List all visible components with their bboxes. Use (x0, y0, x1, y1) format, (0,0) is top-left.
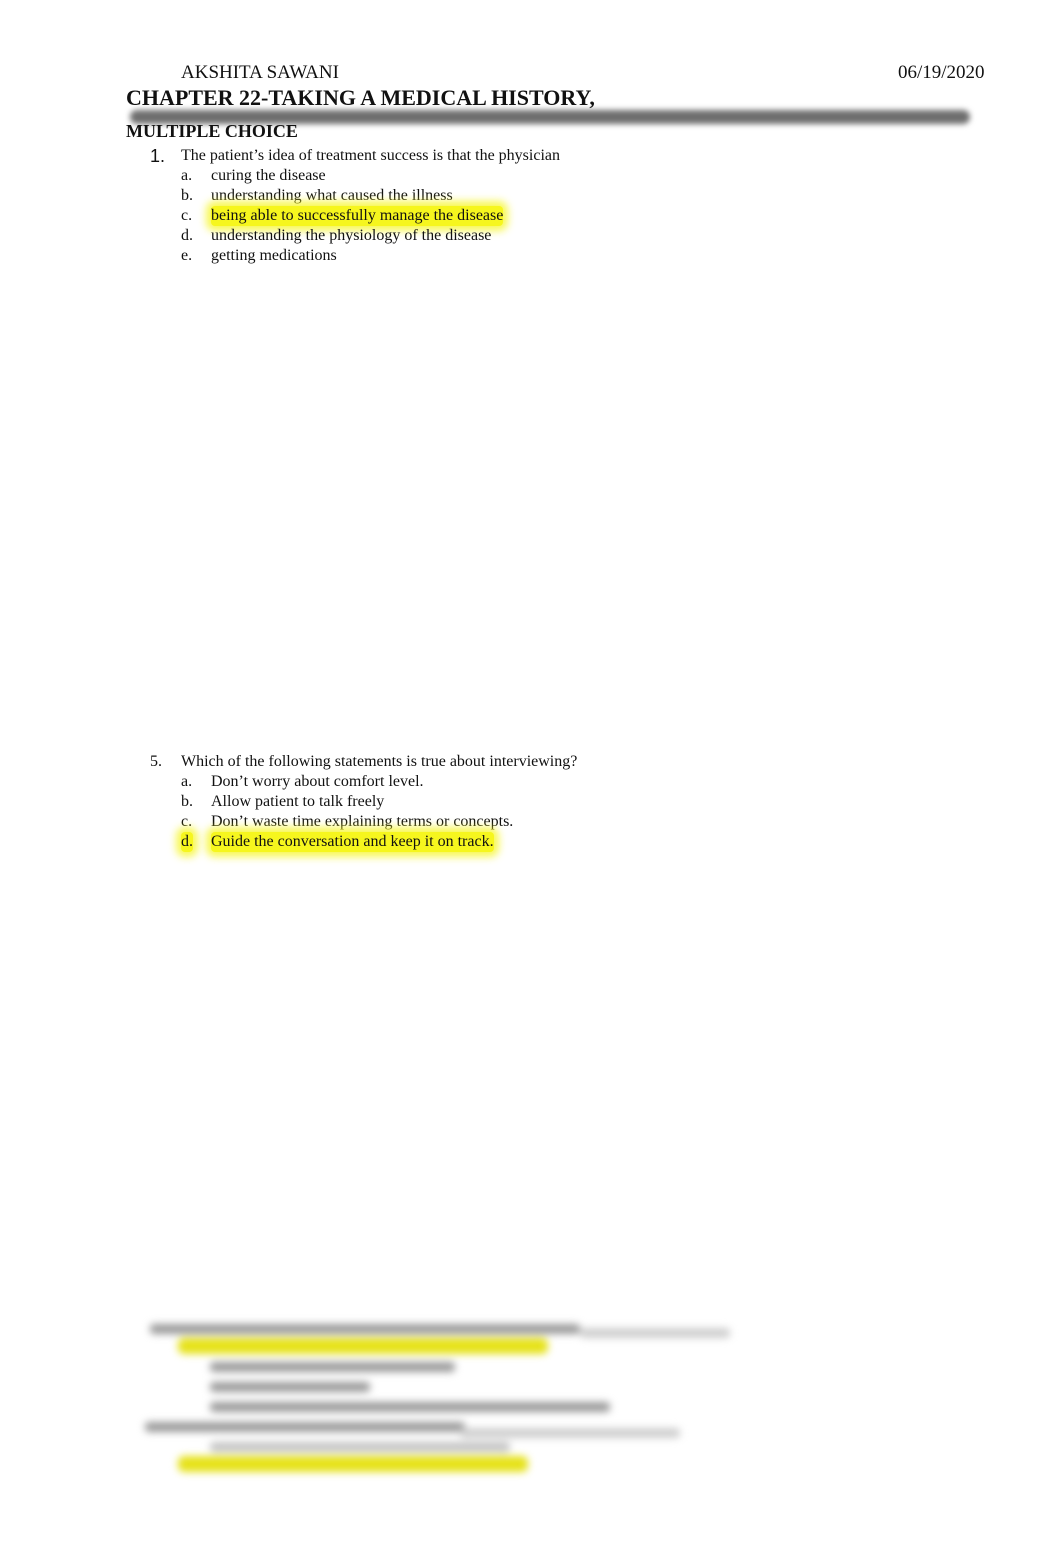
question-text: When the patient comes into the office f… (181, 576, 935, 613)
section-title: MULTIPLE CHOICE (126, 121, 298, 141)
chapter-title: CHAPTER 22-TAKING A MEDICAL HISTORY, (126, 85, 595, 110)
option-text: Don’t worry about comfort level. (211, 773, 424, 790)
option-text: getting medications (211, 247, 337, 264)
option-letter: a. (181, 167, 193, 184)
question-number: 1. (150, 146, 166, 166)
blurred-line (150, 1324, 580, 1334)
blurred-line (210, 1402, 610, 1412)
option-letter: a. (181, 773, 193, 790)
option-text: Allow patient to talk freely (211, 793, 385, 810)
option-letter: b. (181, 187, 193, 204)
option-letter: c. (181, 813, 193, 830)
blurred-highlight (178, 1456, 528, 1472)
blurred-content (140, 1318, 740, 1488)
question-number: 7. (150, 1008, 162, 1025)
option-letter: d. (181, 832, 193, 852)
option-letter: d. (181, 227, 193, 244)
option-text: understanding the physiology of the dise… (211, 227, 492, 244)
blurred-line (210, 1442, 510, 1452)
question-text: Which of the following best describes th… (181, 1008, 814, 1025)
question-number: 3. (150, 421, 162, 438)
question-number: 2. (150, 267, 162, 284)
option-letter: e. (181, 247, 193, 264)
question-number: 4. (150, 576, 162, 593)
blurred-highlight (178, 1338, 548, 1354)
blurred-line (460, 1428, 680, 1438)
option-letter: c. (181, 207, 193, 224)
highlighted-answer: being able to successfully manage the di… (211, 206, 504, 226)
question-text: Noting about location, quality, and timi… (181, 853, 764, 870)
question-text: The format of a source-oriented medical … (181, 1162, 523, 1179)
question-number: 8. (150, 1162, 162, 1179)
question-text: The patient’s idea of treatment success … (181, 147, 560, 164)
option-text: Don’t waste time explaining terms or con… (211, 813, 514, 830)
question-text: The first part of the medical history us… (181, 267, 629, 284)
blurred-line (210, 1382, 370, 1392)
question-number: 5. (150, 753, 162, 770)
highlighted-answer: Guide the conversation and keep it on tr… (211, 832, 494, 852)
question-text: Which of the following statements is tru… (181, 753, 578, 770)
student-name: AKSHITA SAWANI (181, 62, 339, 83)
option-letter: b. (181, 793, 193, 810)
blurred-line (145, 1422, 465, 1432)
blurred-line (580, 1328, 730, 1338)
document-date: 06/19/2020 (898, 62, 985, 83)
question-number: 6. (150, 853, 162, 870)
option-text: curing the disease (211, 167, 326, 184)
option-text: understanding what caused the illness (211, 187, 453, 204)
blurred-line (210, 1362, 455, 1372)
question-text: The first responsibility of the medical … (181, 421, 721, 438)
